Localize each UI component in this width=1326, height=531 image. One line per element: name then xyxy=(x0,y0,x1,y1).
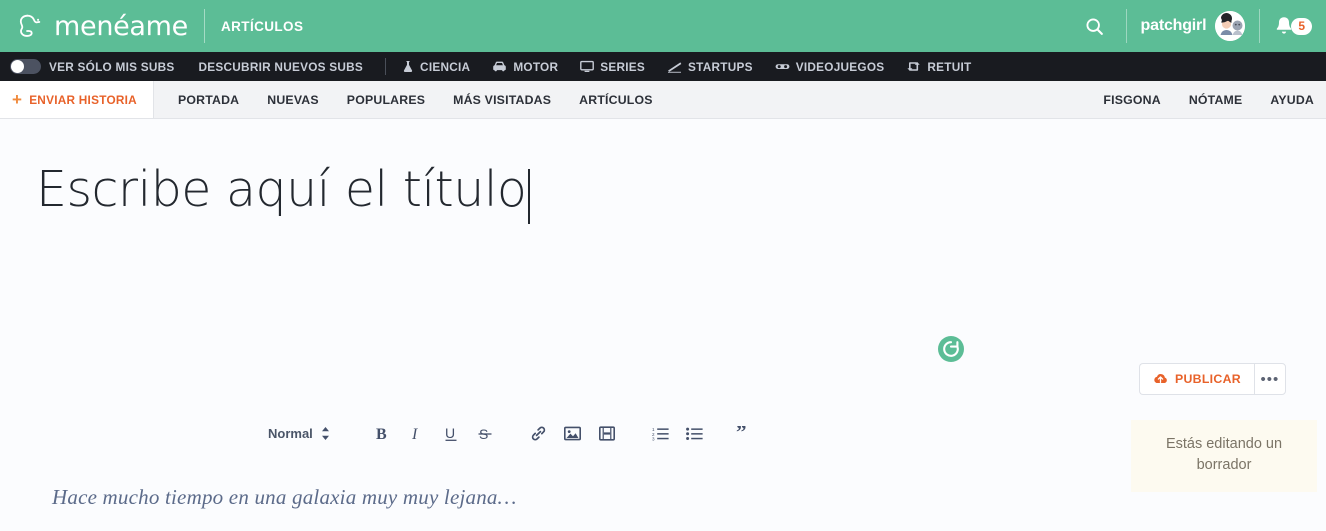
svg-text:I: I xyxy=(411,426,418,442)
ordered-list-button[interactable]: 123 xyxy=(650,422,672,444)
svg-text:3: 3 xyxy=(652,436,655,440)
nav-item-nuevas[interactable]: NUEVAS xyxy=(267,93,319,107)
nav-item-retuit[interactable]: RETUIT xyxy=(906,60,971,74)
avatar xyxy=(1215,11,1246,41)
cloud-upload-icon xyxy=(1153,373,1168,385)
nav-item-populares[interactable]: POPULARES xyxy=(347,93,425,107)
search-icon xyxy=(1086,17,1103,35)
publish-more-options-button[interactable]: ••• xyxy=(1253,363,1286,395)
notifications-button[interactable]: 5 xyxy=(1274,15,1312,37)
notification-count-badge: 5 xyxy=(1291,17,1312,35)
header-divider xyxy=(204,9,205,43)
italic-button[interactable]: I xyxy=(406,422,428,444)
article-body-input[interactable]: Hace mucho tiempo en una galaxia muy muy… xyxy=(52,485,517,510)
brand-home-link[interactable]: menéame xyxy=(0,0,188,52)
text-style-value: Normal xyxy=(268,425,313,441)
nav-item-mas-visitadas[interactable]: MÁS VISITADAS xyxy=(453,93,551,107)
search-button[interactable] xyxy=(1078,9,1112,43)
text-style-select[interactable]: Normal xyxy=(268,426,330,441)
enviar-historia-label: ENVIAR HISTORIA xyxy=(29,92,137,107)
main-nav-bar: + ENVIAR HISTORIA PORTADA NUEVAS POPULAR… xyxy=(0,81,1326,119)
svg-text:U: U xyxy=(445,425,455,441)
top-header: menéame ARTÍCULOS patchgirl 5 xyxy=(0,0,1326,52)
main-nav-right-items: FISGONA NÓTAME AYUDA xyxy=(1075,81,1326,118)
nav-item-motor[interactable]: MOTOR xyxy=(492,60,558,74)
plus-icon: + xyxy=(12,90,23,109)
nav-item-series[interactable]: SERIES xyxy=(580,60,645,74)
user-menu[interactable]: patchgirl xyxy=(1141,11,1246,41)
nav-item-ciencia[interactable]: CIENCIA xyxy=(402,60,470,74)
underline-button[interactable]: U xyxy=(440,422,462,444)
toggle-knob xyxy=(11,60,24,73)
publish-button[interactable]: PUBLICAR xyxy=(1139,363,1254,395)
strikethrough-button[interactable]: S xyxy=(474,422,496,444)
nav-label-retuit: RETUIT xyxy=(927,59,972,74)
editor-toolbar: Normal B I U S 123 ” xyxy=(268,422,768,444)
nav-label-ciencia: CIENCIA xyxy=(420,59,471,74)
username-label: patchgirl xyxy=(1140,17,1207,34)
nav-item-videojuegos[interactable]: VIDEOJUEGOS xyxy=(775,60,885,74)
article-title-input[interactable]: Escribe aquí el título xyxy=(36,161,531,224)
nav-item-ver-solo-mis-subs[interactable]: VER SÓLO MIS SUBS xyxy=(49,60,175,74)
image-button[interactable] xyxy=(562,422,584,444)
nav-label-series: SERIES xyxy=(600,59,646,74)
flask-icon xyxy=(402,60,414,73)
brand-name: menéame xyxy=(54,10,188,42)
nav-item-notame[interactable]: NÓTAME xyxy=(1189,93,1243,107)
nav-divider xyxy=(385,58,387,75)
sync-refresh-icon[interactable] xyxy=(937,335,965,363)
enviar-historia-button[interactable]: + ENVIAR HISTORIA xyxy=(0,81,154,118)
editor-main: Escribe aquí el título Normal B I U S 1 … xyxy=(0,119,1326,531)
nav-label-motor: MOTOR xyxy=(513,59,559,74)
nav-label-videojuegos: VIDEOJUEGOS xyxy=(795,59,885,74)
video-button[interactable] xyxy=(596,422,618,444)
retweet-icon xyxy=(906,60,921,73)
link-button[interactable] xyxy=(528,422,550,444)
ver-solo-mis-subs-toggle[interactable] xyxy=(10,59,41,74)
header-divider-2 xyxy=(1125,9,1127,43)
header-section-label: ARTÍCULOS xyxy=(221,18,304,34)
svg-text:”: ” xyxy=(736,426,747,441)
draft-status-notice: Estás editando un borrador xyxy=(1131,420,1317,492)
avatar-image xyxy=(1215,11,1246,41)
up-down-chevron-icon xyxy=(321,426,329,440)
blockquote-button[interactable]: ” xyxy=(734,422,756,444)
monitor-icon xyxy=(580,60,595,73)
car-icon xyxy=(492,60,507,73)
text-caret xyxy=(528,169,531,224)
svg-text:B: B xyxy=(376,426,387,442)
nav-item-fisgona[interactable]: FISGONA xyxy=(1103,93,1160,107)
nav-item-articulos[interactable]: ARTÍCULOS xyxy=(579,93,653,107)
nav-label-startups: STARTUPS xyxy=(688,59,753,74)
meneame-logo-icon xyxy=(19,14,41,37)
subs-nav-bar: VER SÓLO MIS SUBS DESCUBRIR NUEVOS SUBS … xyxy=(0,52,1326,81)
bold-button[interactable]: B xyxy=(372,422,394,444)
publish-button-label: PUBLICAR xyxy=(1175,372,1241,386)
nav-item-descubrir-nuevos-subs[interactable]: DESCUBRIR NUEVOS SUBS xyxy=(199,60,364,74)
gamepad-icon xyxy=(775,60,790,73)
publish-controls: PUBLICAR ••• xyxy=(1139,363,1286,395)
chart-line-icon xyxy=(667,60,682,73)
unordered-list-button[interactable] xyxy=(684,422,706,444)
nav-item-startups[interactable]: STARTUPS xyxy=(667,60,753,74)
nav-item-portada[interactable]: PORTADA xyxy=(178,93,239,107)
main-nav-items: PORTADA NUEVAS POPULARES MÁS VISITADAS A… xyxy=(154,81,681,118)
article-title-placeholder: Escribe aquí el título xyxy=(36,161,527,218)
header-right-group: patchgirl 5 xyxy=(1078,0,1326,52)
nav-item-ayuda[interactable]: AYUDA xyxy=(1270,93,1314,107)
header-divider-3 xyxy=(1259,9,1261,43)
